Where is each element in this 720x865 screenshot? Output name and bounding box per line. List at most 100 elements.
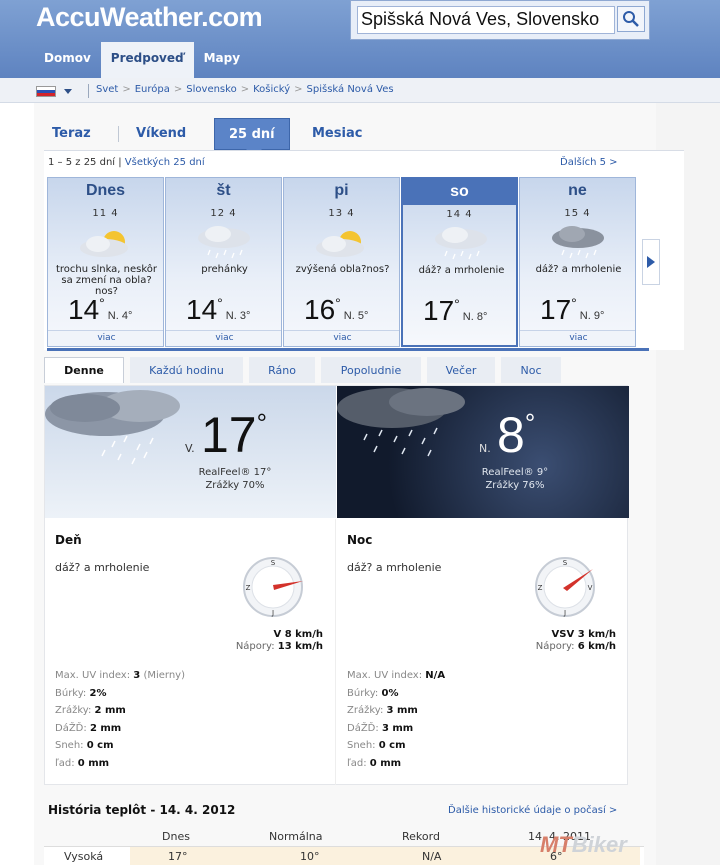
nav-maps[interactable]: Mapy xyxy=(194,42,250,78)
stat-label: DáŽĎ: xyxy=(55,722,87,734)
stat-row: ľad: 0 mm xyxy=(55,755,185,773)
day-gust: 13 km/h xyxy=(277,641,323,652)
tab-month[interactable]: Mesiac xyxy=(312,118,362,150)
five-day-forecast: 1 – 5 z 25 dní | Všetkých 25 dní Ďalších… xyxy=(44,150,684,351)
tab-now[interactable]: Teraz xyxy=(52,118,91,150)
day-card[interactable]: pi 13 4 zvýšená obla?nos? 16°N. 5° viac xyxy=(283,177,400,347)
stat-row: ľad: 0 mm xyxy=(347,755,445,773)
forecast-tabs: Teraz Víkend 25 dní Mesiac xyxy=(34,118,656,157)
high-value: 16 xyxy=(304,294,336,325)
more-link[interactable]: viac xyxy=(520,330,635,346)
breadcrumb-region[interactable]: Košický xyxy=(253,84,290,95)
gust-label: Nápory: xyxy=(535,641,575,652)
day-card[interactable]: št 12 4 prehánky 14°N. 3° viac xyxy=(165,177,282,347)
day-name: Dnes xyxy=(85,182,126,199)
chevron-down-icon[interactable] xyxy=(64,89,72,94)
tab-daily[interactable]: Denne xyxy=(44,357,124,383)
more-link[interactable]: viac xyxy=(284,330,399,346)
compass-w: Z xyxy=(538,584,543,592)
day-name: št xyxy=(216,182,231,199)
day-precip-text: Zrážky 70% xyxy=(205,480,265,491)
compass-w: Z xyxy=(246,584,251,592)
breadcrumb-world[interactable]: Svet xyxy=(96,84,118,95)
stat-label: Max. UV index: xyxy=(347,670,423,681)
daily-detail: V. 17° RealFeel® 17° Zrážky 70% N. 8° Re… xyxy=(44,385,629,785)
mtbiker-watermark: MTBiker xyxy=(540,832,627,858)
day-description: dáž? a mrholenie xyxy=(55,561,150,574)
day-stats: Max. UV index: 3 (Mierny) Búrky: 2% Zrážky… xyxy=(55,667,185,772)
high-value: 14 xyxy=(68,294,100,325)
day-high-temp: 16°N. 5° xyxy=(304,294,369,325)
nav-home[interactable]: Domov xyxy=(34,42,101,78)
high-normal: 10° xyxy=(280,847,400,865)
rain-cloud-icon xyxy=(198,226,250,259)
compass-s: J xyxy=(271,609,274,617)
stat-row: Sneh: 0 cm xyxy=(347,737,445,755)
stat-label: DáŽĎ: xyxy=(347,722,379,734)
stat-label: Sneh: xyxy=(347,740,376,751)
breadcrumb-europe[interactable]: Európa xyxy=(135,84,170,95)
day-date: 15 4 xyxy=(564,208,591,219)
day-temperature: 17° xyxy=(201,407,268,463)
nav-forecast[interactable]: Predpoveď xyxy=(100,42,194,78)
tab-weekend[interactable]: Víkend xyxy=(136,118,186,150)
wind-compass-icon: S J Z V xyxy=(535,557,595,617)
day-card[interactable]: ne 15 4 dáž? a mrholenie 17°N. 9° viac xyxy=(519,177,636,347)
all-days-link[interactable]: Všetkých 25 dní xyxy=(125,157,205,168)
breadcrumb-city[interactable]: Spišská Nová Ves xyxy=(307,84,394,95)
accuweather-logo[interactable]: AccuWeather.com xyxy=(36,2,263,33)
day-condition: zvýšená obla?nos? xyxy=(295,264,390,275)
high-record: N/A xyxy=(400,847,510,865)
stat-value: 0% xyxy=(381,687,399,699)
forecast-panel: Teraz Víkend 25 dní Mesiac 1 – 5 z 25 dn… xyxy=(34,103,684,865)
rain-cloud-icon xyxy=(435,227,487,260)
col-record: Rekord xyxy=(402,830,440,843)
day-card[interactable]: so 14 4 dáž? a mrholenie 17°N. 8° xyxy=(401,177,518,347)
next-arrow-button[interactable] xyxy=(642,239,660,285)
more-history-link[interactable]: Ďalšie historické údaje o počasí > xyxy=(448,805,617,816)
more-link[interactable]: viac xyxy=(166,330,281,346)
tab-25-days[interactable]: 25 dní xyxy=(214,118,290,157)
tab-afternoon[interactable]: Popoludnie xyxy=(321,357,421,383)
night-realfeel-text: RealFeel® 9° xyxy=(481,467,549,478)
col-normal: Normálna xyxy=(269,830,323,843)
day-date: 14 4 xyxy=(446,209,473,220)
slovak-flag-icon[interactable] xyxy=(36,86,56,97)
stat-row: Sneh: 0 cm xyxy=(55,737,185,755)
high-today: 17° xyxy=(130,847,280,865)
gust-label: Nápory: xyxy=(235,641,275,652)
stat-value: 0 mm xyxy=(369,757,402,769)
day-name: ne xyxy=(568,182,587,199)
stat-row: DáŽĎ: 2 mm xyxy=(55,720,185,738)
next-days-link[interactable]: Ďalších 5 > xyxy=(560,157,618,168)
search-button[interactable] xyxy=(617,6,645,32)
tab-night[interactable]: Noc xyxy=(501,357,561,383)
stat-row: Búrky: 0% xyxy=(347,685,445,703)
sun-cloud-icon xyxy=(80,231,128,257)
chevron-right-icon xyxy=(647,256,655,268)
tab-morning[interactable]: Ráno xyxy=(249,357,315,383)
day-card[interactable]: Dnes 11 4 trochu slnka, neskôr sa zmení na… xyxy=(47,177,164,347)
col-today: Dnes xyxy=(162,830,190,843)
stat-label: Max. UV index: xyxy=(55,670,131,681)
stat-label: Sneh: xyxy=(55,740,84,751)
stat-label: ľad: xyxy=(347,757,367,769)
day-date: 11 4 xyxy=(92,208,119,219)
tab-hourly[interactable]: Každú hodinu xyxy=(130,357,243,383)
breadcrumb-slovakia[interactable]: Slovensko xyxy=(186,84,236,95)
day-high-temp: 14°N. 4° xyxy=(68,294,133,325)
day-date: 13 4 xyxy=(328,208,355,219)
day-high-temp: 14°N. 3° xyxy=(186,294,251,325)
watermark-left: MT xyxy=(540,832,572,857)
location-search-input[interactable]: Spišská Nová Ves, Slovensko xyxy=(357,6,615,34)
tab-evening[interactable]: Večer xyxy=(427,357,495,383)
stat-value: 3 mm xyxy=(381,722,414,734)
main-nav: Domov Predpoveď Mapy xyxy=(34,42,250,78)
breadcrumb: Svet > Európa > Slovensko > Košický > Spišsk… xyxy=(0,78,720,103)
range-text: 1 – 5 z 25 dní xyxy=(48,157,116,168)
night-gust: 6 km/h xyxy=(577,641,616,652)
night-wind-speed: VSV 3 km/h xyxy=(551,629,616,640)
day-cards: Dnes 11 4 trochu slnka, neskôr sa zmení na… xyxy=(47,177,647,347)
more-link[interactable]: viac xyxy=(48,330,163,346)
stat-label: Zrážky: xyxy=(347,705,384,716)
